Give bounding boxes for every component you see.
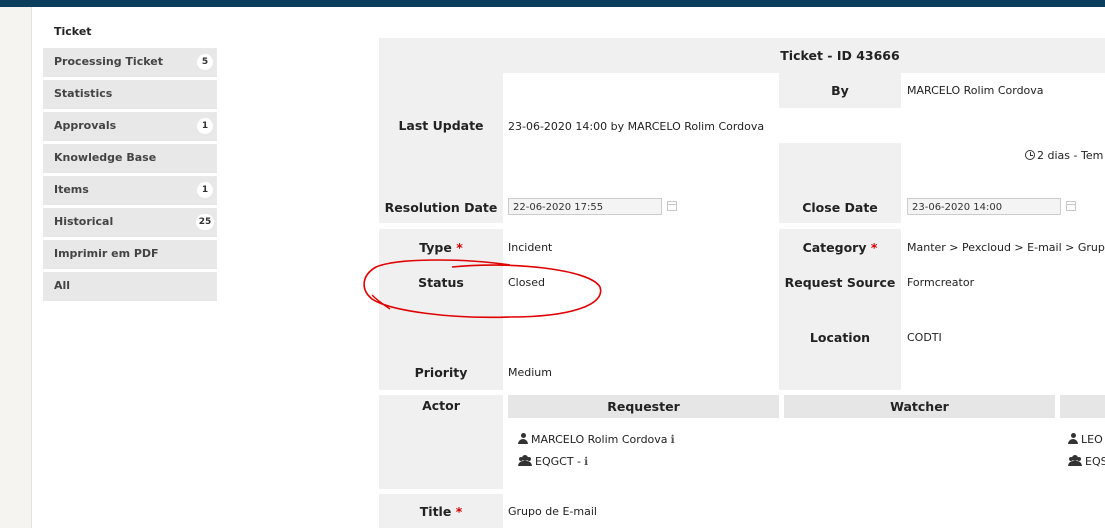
location-label: Location (809, 330, 871, 345)
time-text: 2 dias - Tem (1037, 149, 1104, 162)
resolution-date-input[interactable]: 22-06-2020 17:55 (508, 198, 662, 215)
tab-knowledge-base[interactable]: Knowledge Base (43, 144, 217, 173)
calendar-icon[interactable] (1066, 201, 1076, 211)
assigned-group[interactable]: EQS (1068, 455, 1105, 468)
by-value: MARCELO Rolim Cordova (907, 84, 1044, 97)
request-source-value[interactable]: Formcreator (907, 276, 974, 289)
tab-imprimir-pdf[interactable]: Imprimir em PDF (43, 240, 217, 269)
tab-label: Statistics (54, 87, 113, 100)
group-icon (1068, 455, 1082, 466)
watcher-header: Watcher (784, 395, 1055, 418)
title-value[interactable]: Grupo de E-mail (508, 505, 597, 518)
type-value[interactable]: Incident (508, 241, 552, 254)
user-icon (518, 433, 528, 444)
last-update-label: Last Update (398, 118, 484, 133)
priority-label: Priority (414, 365, 468, 380)
info-icon[interactable]: ℹ (584, 455, 588, 468)
top-bar (0, 0, 1105, 7)
requester-group[interactable]: EQGCT -ℹ (518, 455, 588, 468)
ticket-title: Ticket - ID 43666 (780, 48, 900, 63)
tab-label: Approvals (54, 119, 117, 132)
left-strip (0, 7, 32, 528)
count-badge: 5 (197, 54, 213, 70)
calendar-icon[interactable] (667, 201, 677, 211)
clock-icon (1025, 150, 1035, 160)
assigned-header (1060, 395, 1105, 418)
assigned-user[interactable]: LEO (1068, 433, 1103, 446)
time-to-resolve: 2 dias - Tem (1025, 149, 1103, 162)
tab-items[interactable]: Items 1 (43, 176, 217, 205)
tab-label: Historical (54, 215, 114, 228)
ticket-tabs: Ticket Processing Ticket 5 Statistics App… (43, 20, 217, 304)
tab-label: Processing Ticket (54, 55, 163, 68)
tab-label: Items (54, 183, 89, 196)
close-date-label: Close Date (802, 200, 878, 215)
tab-all[interactable]: All (43, 272, 217, 301)
info-icon[interactable]: ℹ (671, 433, 675, 446)
requester-header: Requester (508, 395, 779, 418)
tab-label: Imprimir em PDF (54, 247, 159, 260)
tab-approvals[interactable]: Approvals 1 (43, 112, 217, 141)
by-label: By (831, 83, 849, 98)
category-label: Category * (802, 240, 878, 255)
red-circle-annotation (363, 259, 602, 319)
tab-ticket[interactable]: Ticket (43, 20, 217, 44)
type-label: Type * (419, 240, 463, 255)
tab-historical[interactable]: Historical 25 (43, 208, 217, 237)
last-update-value: 23-06-2020 14:00 by MARCELO Rolim Cordov… (508, 120, 765, 133)
group-icon (518, 455, 532, 466)
title-label: Title * (419, 504, 463, 519)
close-date-input[interactable]: 23-06-2020 14:00 (907, 198, 1061, 215)
count-badge: 1 (197, 182, 213, 198)
count-badge: 25 (196, 214, 214, 230)
requester-user[interactable]: MARCELO Rolim Cordova ℹ (518, 433, 675, 446)
user-icon (1068, 433, 1078, 444)
location-value[interactable]: CODTI (907, 331, 942, 344)
priority-value[interactable]: Medium (508, 366, 552, 379)
request-source-label: Request Source (784, 275, 896, 290)
tab-label: Knowledge Base (54, 151, 157, 164)
resolution-date-label: Resolution Date (384, 200, 498, 215)
count-badge: 1 (197, 118, 213, 134)
tab-processing-ticket[interactable]: Processing Ticket 5 (43, 48, 217, 77)
category-value[interactable]: Manter > Pexcloud > E-mail > Grup (907, 241, 1105, 254)
actor-label: Actor (422, 398, 460, 413)
tab-statistics[interactable]: Statistics (43, 80, 217, 109)
tab-label: All (54, 279, 71, 292)
